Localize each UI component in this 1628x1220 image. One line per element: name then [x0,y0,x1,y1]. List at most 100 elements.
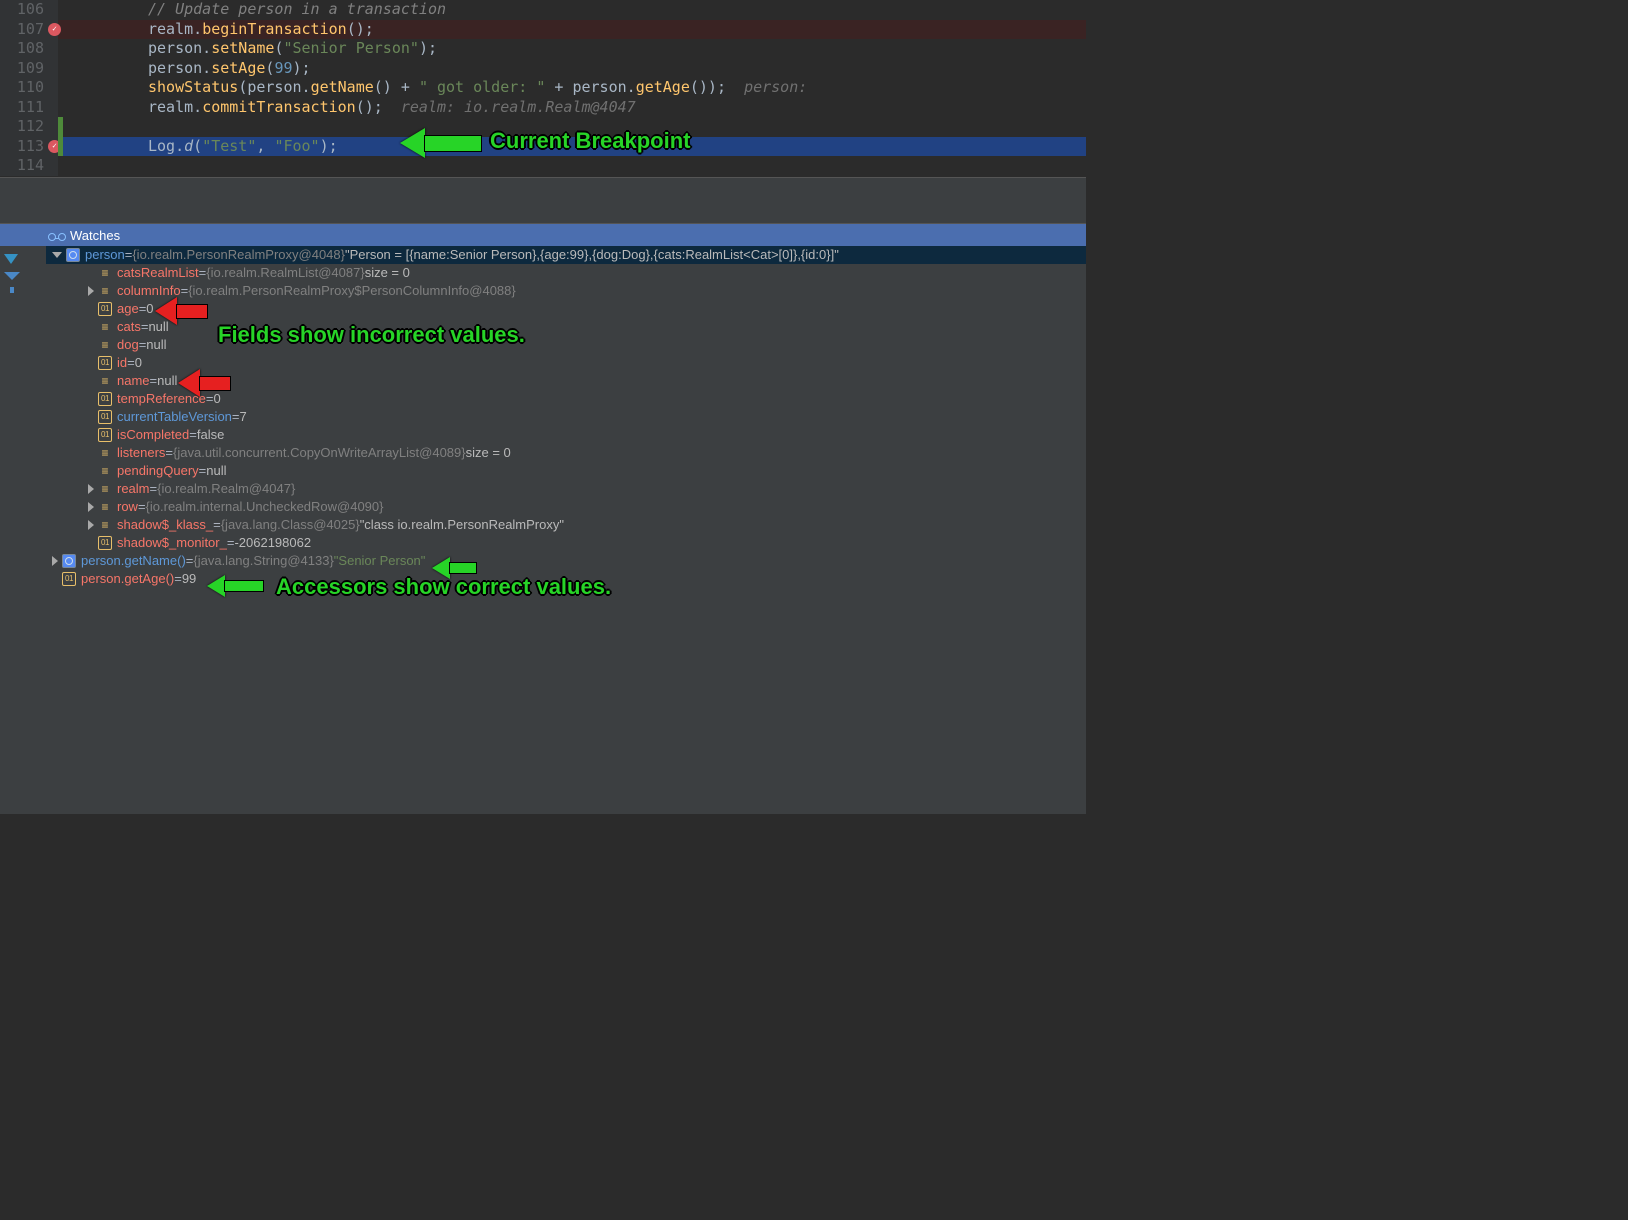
watch-name: catsRealmList [117,264,199,282]
code-content[interactable]: showStatus(person.getName() + " got olde… [58,78,1086,98]
watch-name: currentTableVersion [117,408,232,426]
field-icon [98,338,112,352]
code-line[interactable]: 107realm.beginTransaction(); [0,20,1086,40]
code-line[interactable]: 114 [0,156,1086,176]
watch-value: 0 [213,390,220,408]
line-number[interactable]: 106 [0,0,58,20]
watch-value: 0 [135,354,142,372]
watch-value: "class io.realm.PersonRealmProxy" [360,516,564,534]
watch-value: -2062198062 [234,534,311,552]
watch-name: pendingQuery [117,462,199,480]
watch-value: {io.realm.PersonRealmProxy@4048} [132,246,345,264]
code-line[interactable]: 112 [0,117,1086,137]
watch-name: cats [117,318,141,336]
primitive-icon [98,302,112,316]
line-number[interactable]: 110 [0,78,58,98]
watch-name: shadow$_klass_ [117,516,213,534]
line-number[interactable]: 107 [0,20,58,40]
chevron-right-icon[interactable] [88,484,94,494]
object-icon [62,554,76,568]
chevron-right-icon[interactable] [88,520,94,530]
code-editor[interactable]: 106// Update person in a transaction107r… [0,0,1086,177]
watch-value: 7 [240,408,247,426]
watch-row[interactable]: tempReference = 0 [46,390,1086,408]
code-content[interactable]: realm.commitTransaction(); realm: io.rea… [58,98,1086,118]
watch-row[interactable]: realm = {io.realm.Realm@4047} [46,480,1086,498]
watches-title: Watches [70,228,120,243]
watch-name: listeners [117,444,165,462]
code-content[interactable]: // Update person in a transaction [58,0,1086,20]
code-content[interactable] [58,156,1086,176]
watch-value: "Person = [{name:Senior Person},{age:99}… [345,246,839,264]
primitive-icon [98,356,112,370]
primitive-icon [98,410,112,424]
field-icon [98,446,112,460]
field-icon [98,518,112,532]
watch-name: realm [117,480,150,498]
code-line[interactable]: 108person.setName("Senior Person"); [0,39,1086,59]
watch-row[interactable]: row = {io.realm.internal.UncheckedRow@40… [46,498,1086,516]
watch-row[interactable]: id = 0 [46,354,1086,372]
download-icon[interactable] [4,254,18,264]
watch-row[interactable]: pendingQuery = null [46,462,1086,480]
watch-value: size = 0 [466,444,511,462]
watch-value: {java.lang.Class@4025} [221,516,360,534]
field-icon [98,464,112,478]
watch-row[interactable]: person.getAge() = 99 [46,570,1086,588]
line-number[interactable]: 113 [0,137,58,157]
watch-name: isCompleted [117,426,189,444]
execution-marker [58,117,63,137]
code-line[interactable]: 109person.setAge(99); [0,59,1086,79]
watches-tree[interactable]: person = {io.realm.PersonRealmProxy@4048… [46,246,1086,814]
watch-row[interactable]: isCompleted = false [46,426,1086,444]
watch-value: {io.realm.RealmList@4087} [206,264,364,282]
watch-row[interactable]: person = {io.realm.PersonRealmProxy@4048… [46,246,1086,264]
code-content[interactable]: person.setAge(99); [58,59,1086,79]
chevron-right-icon[interactable] [52,556,58,566]
watch-value: null [146,336,166,354]
field-icon [98,500,112,514]
line-number[interactable]: 108 [0,39,58,59]
watch-value: {io.realm.Realm@4047} [157,480,295,498]
code-content[interactable] [58,117,1086,137]
code-line[interactable]: 110showStatus(person.getName() + " got o… [0,78,1086,98]
line-number[interactable]: 114 [0,156,58,176]
line-number[interactable]: 112 [0,117,58,137]
primitive-icon [98,536,112,550]
watch-value: {io.realm.PersonRealmProxy$PersonColumnI… [188,282,516,300]
watch-row[interactable]: catsRealmList = {io.realm.RealmList@4087… [46,264,1086,282]
watch-row[interactable]: person.getName() = {java.lang.String@413… [46,552,1086,570]
filter-icon[interactable] [4,272,20,280]
watch-row[interactable]: cats = null [46,318,1086,336]
line-number[interactable]: 109 [0,59,58,79]
watch-value: null [157,372,177,390]
code-line[interactable]: 106// Update person in a transaction [0,0,1086,20]
code-content[interactable]: Log.d("Test", "Foo"); [58,137,1086,157]
watch-row[interactable]: columnInfo = {io.realm.PersonRealmProxy$… [46,282,1086,300]
chevron-right-icon[interactable] [88,286,94,296]
watch-row[interactable]: listeners = {java.util.concurrent.CopyOn… [46,444,1086,462]
watch-value: {java.util.concurrent.CopyOnWriteArrayLi… [173,444,466,462]
primitive-icon [98,392,112,406]
field-icon [98,374,112,388]
watches-header[interactable]: Watches [0,224,1086,246]
breakpoint-icon[interactable] [48,23,61,36]
field-icon [98,482,112,496]
watch-row[interactable]: currentTableVersion = 7 [46,408,1086,426]
watch-value: false [197,426,224,444]
chevron-right-icon[interactable] [88,502,94,512]
watch-row[interactable]: shadow$_klass_ = {java.lang.Class@4025} … [46,516,1086,534]
line-number[interactable]: 111 [0,98,58,118]
code-line[interactable]: 111realm.commitTransaction(); realm: io.… [0,98,1086,118]
watch-row[interactable]: dog = null [46,336,1086,354]
watch-value: {io.realm.internal.UncheckedRow@4090} [146,498,384,516]
code-line[interactable]: 113Log.d("Test", "Foo"); [0,137,1086,157]
watch-name: dog [117,336,139,354]
watch-name: row [117,498,138,516]
watch-row[interactable]: shadow$_monitor_ = -2062198062 [46,534,1086,552]
object-icon [66,248,80,262]
chevron-down-icon[interactable] [52,252,62,258]
code-content[interactable]: person.setName("Senior Person"); [58,39,1086,59]
watch-value: 99 [182,570,196,588]
code-content[interactable]: realm.beginTransaction(); [58,20,1086,40]
